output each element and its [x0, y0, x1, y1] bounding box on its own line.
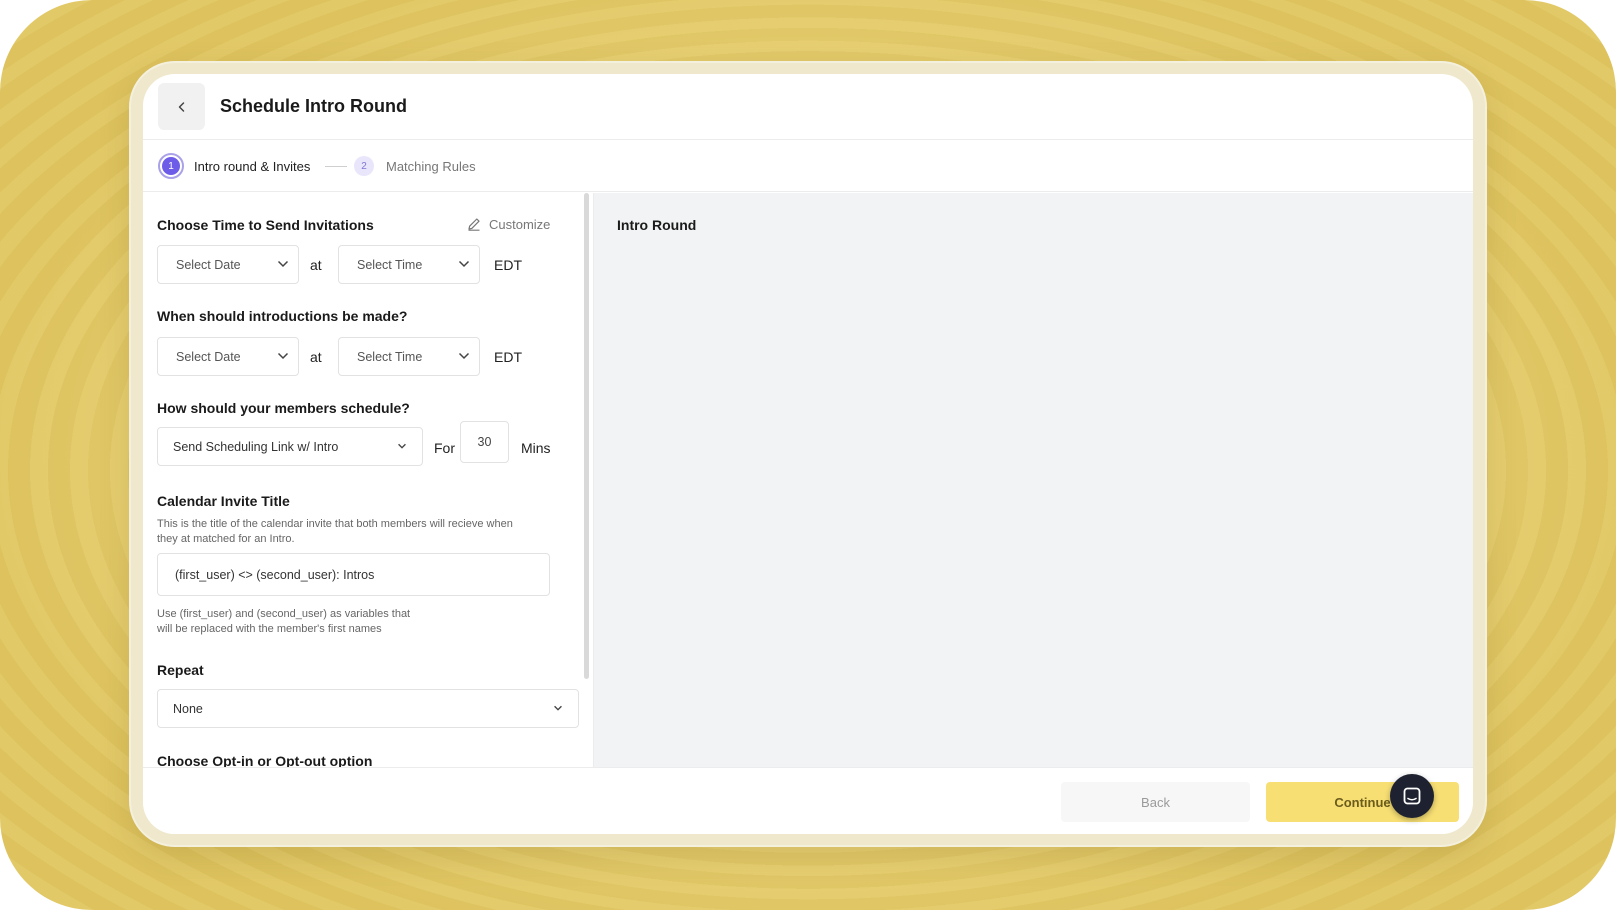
invite-at-label: at [310, 257, 322, 273]
page-title: Schedule Intro Round [220, 96, 407, 116]
calendar-title: Calendar Invite Title [157, 493, 290, 509]
invite-time-placeholder: Select Time [357, 258, 423, 272]
opt-title: Choose Opt-in or Opt-out option [157, 753, 373, 767]
intro-time-select[interactable]: Select Time [338, 337, 480, 376]
invite-date-placeholder: Select Date [176, 258, 241, 272]
header: Schedule Intro Round [143, 74, 1473, 140]
invitations-title: Choose Time to Send Invitations [157, 217, 374, 233]
mins-label: Mins [521, 440, 551, 456]
stepper: 1 Intro round & Invites 2 Matching Rules [143, 140, 1473, 192]
schedule-method-select[interactable]: Send Scheduling Link w/ Intro [157, 427, 423, 466]
intro-date-placeholder: Select Date [176, 350, 241, 364]
form-scrollbar[interactable] [584, 193, 589, 679]
schedule-method-value: Send Scheduling Link w/ Intro [173, 440, 339, 454]
intro-time-placeholder: Select Time [357, 350, 423, 364]
chat-icon [1403, 787, 1421, 805]
chevron-down-icon [277, 352, 289, 360]
calendar-title-value: (first_user) <> (second_user): Intros [175, 568, 375, 582]
repeat-select[interactable]: None [157, 689, 579, 728]
chevron-down-icon [458, 352, 470, 360]
preview-panel: Intro Round [594, 193, 1473, 767]
footer: Back Continue [143, 767, 1473, 834]
intro-at-label: at [310, 349, 322, 365]
calendar-hint-line2: will be replaced with the member's first… [157, 623, 382, 635]
preview-title: Intro Round [617, 217, 697, 233]
invite-date-select[interactable]: Select Date [157, 245, 299, 284]
app-window: Schedule Intro Round 1 Intro round & Inv… [143, 74, 1473, 834]
step-1-indicator[interactable]: 1 [158, 153, 184, 179]
chevron-down-icon [554, 705, 562, 711]
step-2-indicator[interactable]: 2 [354, 156, 374, 176]
step-connector [325, 166, 347, 167]
calendar-title-input[interactable]: (first_user) <> (second_user): Intros [157, 553, 550, 596]
introductions-title: When should introductions be made? [157, 308, 408, 324]
chevron-down-icon [398, 443, 406, 449]
pencil-icon [468, 218, 480, 231]
intro-timezone: EDT [494, 349, 522, 365]
calendar-description-line2: they at matched for an Intro. [157, 533, 295, 545]
back-footer-button[interactable]: Back [1061, 782, 1250, 822]
invite-time-select[interactable]: Select Time [338, 245, 480, 284]
schedule-title: How should your members schedule? [157, 400, 410, 416]
repeat-title: Repeat [157, 662, 204, 678]
chevron-left-icon [178, 101, 184, 112]
chevron-down-icon [277, 260, 289, 268]
calendar-hint-line1: Use (first_user) and (second_user) as va… [157, 608, 411, 620]
step-1-label[interactable]: Intro round & Invites [194, 159, 310, 174]
for-label: For [434, 440, 455, 456]
back-button[interactable] [158, 83, 205, 130]
customize-button[interactable]: Customize [466, 216, 550, 232]
chat-widget-button[interactable] [1390, 774, 1434, 818]
intro-date-select[interactable]: Select Date [157, 337, 299, 376]
form-panel: Choose Time to Send Invitations Customiz… [143, 193, 589, 767]
calendar-description-line1: This is the title of the calendar invite… [157, 518, 513, 530]
customize-label: Customize [489, 216, 551, 232]
step-1-number: 1 [162, 157, 180, 175]
duration-input[interactable]: 30 [460, 421, 509, 463]
step-2-label[interactable]: Matching Rules [386, 159, 476, 174]
repeat-value: None [173, 702, 203, 716]
invite-timezone: EDT [494, 257, 522, 273]
chevron-down-icon [458, 260, 470, 268]
